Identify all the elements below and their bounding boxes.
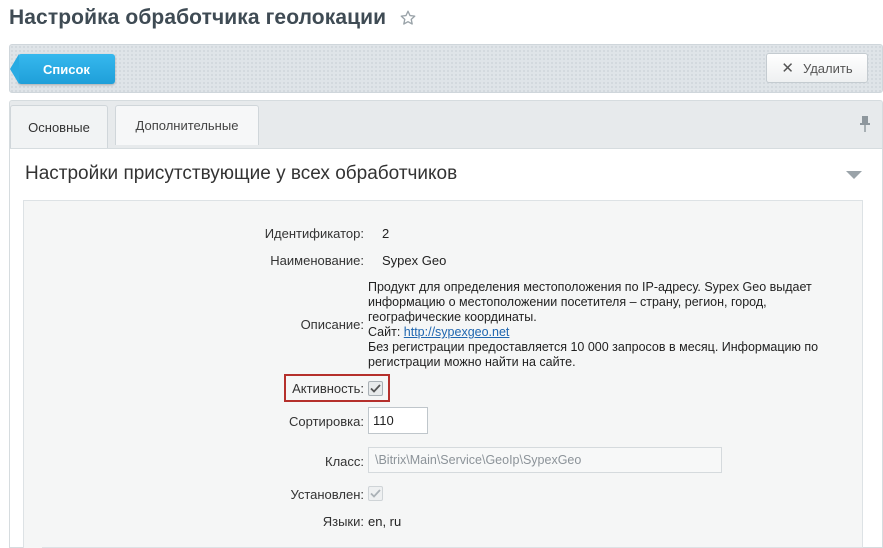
tab-main-label: Основные xyxy=(28,120,90,135)
check-icon xyxy=(370,384,381,393)
list-button[interactable]: Список xyxy=(10,54,115,84)
settings-panel: Идентификатор: 2 Наименование: Sypex Geo… xyxy=(23,200,863,548)
tab-additional[interactable]: Дополнительные xyxy=(115,105,259,145)
description-label: Описание: xyxy=(300,317,364,332)
content-area: Настройки присутствующие у всех обработч… xyxy=(9,148,883,548)
chevron-down-icon[interactable] xyxy=(846,171,862,179)
name-value: Sypex Geo xyxy=(382,253,447,268)
active-label: Активность: xyxy=(292,381,364,396)
star-icon[interactable] xyxy=(398,8,418,28)
description-line: информацию о местоположении посетителя –… xyxy=(368,295,767,309)
id-value: 2 xyxy=(382,226,390,241)
toolbar: Список ✕ Удалить xyxy=(9,44,883,93)
languages-label: Языки: xyxy=(322,514,364,529)
description-text: Продукт для определения местоположения п… xyxy=(368,280,848,370)
name-label: Наименование: xyxy=(270,253,364,268)
close-icon: ✕ xyxy=(781,59,794,77)
tab-main[interactable]: Основные xyxy=(10,105,108,149)
installed-label: Установлен: xyxy=(290,487,364,502)
page-title: Настройка обработчика геолокации xyxy=(9,6,387,29)
tab-additional-label: Дополнительные xyxy=(135,118,239,133)
list-button-label: Список xyxy=(43,61,90,77)
class-input: \Bitrix\Main\Service\GeoIp\SypexGeo xyxy=(368,447,722,473)
class-label: Класс: xyxy=(325,454,364,469)
sort-input[interactable]: 110 xyxy=(368,407,428,434)
site-link[interactable]: http://sypexgeo.net xyxy=(404,325,510,339)
id-label: Идентификатор: xyxy=(264,226,364,241)
description-line: Продукт для определения местоположения п… xyxy=(368,280,812,294)
description-line: регистрации можно найти на сайте. xyxy=(368,355,576,369)
check-icon xyxy=(370,489,381,498)
section-title: Настройки присутствующие у всех обработч… xyxy=(25,163,458,184)
delete-button[interactable]: ✕ Удалить xyxy=(766,53,868,83)
page-header: Настройка обработчика геолокации xyxy=(9,4,418,32)
active-checkbox[interactable] xyxy=(368,381,383,396)
tabs-bar: Основные Дополнительные xyxy=(9,100,883,149)
pin-icon[interactable] xyxy=(858,115,872,133)
description-line: географические координаты. xyxy=(368,310,537,324)
delete-button-label: Удалить xyxy=(802,60,853,76)
description-site-line: Сайт: http://sypexgeo.net xyxy=(368,325,848,340)
site-prefix: Сайт: xyxy=(368,325,404,339)
description-line: Без регистрации предоставляется 10 000 з… xyxy=(368,340,819,354)
sort-label: Сортировка: xyxy=(289,414,364,429)
installed-checkbox xyxy=(368,486,383,501)
languages-value: en, ru xyxy=(368,514,402,529)
